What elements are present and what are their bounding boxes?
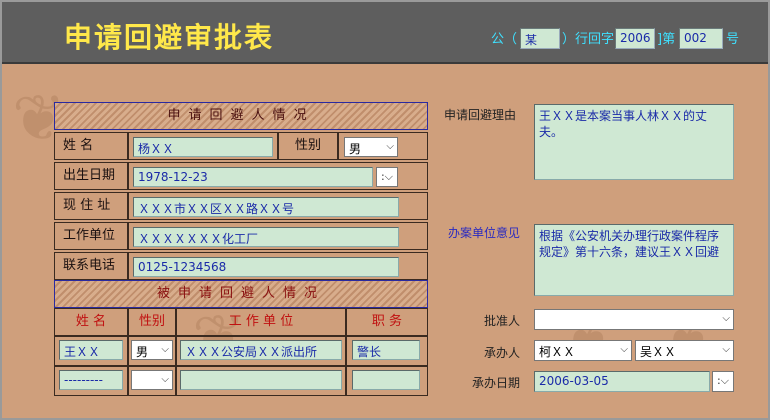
handler1-value: 柯ＸＸ	[539, 345, 576, 359]
doc-number-prefix: 公（	[491, 32, 518, 47]
col-title-header: 职 务	[346, 308, 428, 336]
applicant-name-field[interactable]: 杨ＸＸ	[133, 137, 273, 157]
gender-value: 男	[349, 142, 362, 156]
handler2-value: 吴ＸＸ	[640, 345, 677, 359]
chevron-down-icon: ⌵	[161, 374, 169, 385]
address-field[interactable]: ＸＸＸ市ＸＸ区ＸＸ路ＸＸ号	[133, 197, 399, 217]
birth-label: 出生日期	[54, 162, 128, 190]
col-work-header: 工 作 单 位	[176, 308, 346, 336]
address-label: 现 住 址	[54, 192, 128, 220]
gender-label: 性别	[278, 132, 338, 160]
phone-field[interactable]: 0125-1234568	[133, 257, 399, 277]
doc-number-suffix: 号	[726, 32, 740, 47]
calendar-dropdown-icon[interactable]: :⌵	[376, 167, 398, 187]
respondent-work-field[interactable]: ＸＸＸ公安局ＸＸ派出所	[180, 340, 342, 360]
phone-label: 联系电话	[54, 252, 128, 280]
respondent2-gender-select[interactable]: ⌵	[131, 370, 173, 390]
respondent-gender-value: 男	[136, 345, 149, 359]
applicant-table: 申请回避人情况 姓 名 杨ＸＸ 性别 男 ⌵ 出生日期 1978-12-23 :…	[54, 102, 428, 396]
work-label: 工作单位	[54, 222, 128, 250]
chevron-down-icon: ⌵	[722, 344, 730, 355]
respondent-section-title: 被申请回避人情况	[54, 280, 428, 308]
form-window: 申请回避审批表 公（ 某 ）行回字[ 2006 ]第 002 号 ❦ ❦ ❦ ❦…	[0, 0, 770, 420]
respondent-gender-select[interactable]: 男 ⌵	[131, 340, 173, 360]
handler-label: 承办人	[484, 346, 521, 360]
calendar-dropdown-icon[interactable]: :⌵	[712, 371, 734, 392]
header-bar: 申请回避审批表 公（ 某 ）行回字[ 2006 ]第 002 号	[2, 2, 768, 64]
doc-number-after-year: ]第	[657, 32, 676, 47]
chevron-down-icon: ⌵	[722, 313, 730, 324]
handler2-select[interactable]: 吴ＸＸ ⌵	[635, 340, 734, 361]
name-label: 姓 名	[54, 132, 128, 160]
col-name-header: 姓 名	[54, 308, 128, 336]
respondent2-work-field[interactable]	[180, 370, 342, 390]
col-gender-header: 性别	[128, 308, 176, 336]
respondent-title-field[interactable]: 警长	[352, 340, 420, 360]
agency-field[interactable]: 某	[520, 28, 560, 49]
birth-date-field[interactable]: 1978-12-23	[133, 167, 373, 187]
approver-label: 批准人	[484, 314, 521, 328]
work-unit-field[interactable]: ＸＸＸＸＸＸＸ化工厂	[133, 227, 399, 247]
respondent-name-field[interactable]: 王ＸＸ	[59, 340, 123, 360]
chevron-down-icon: ⌵	[620, 344, 628, 355]
reason-textarea[interactable]: 王ＸＸ是本案当事人林ＸＸ的丈夫。	[534, 104, 734, 180]
doc-number-middle: ）行回字[	[562, 32, 620, 47]
year-field[interactable]: 2006	[615, 28, 655, 49]
form-title: 申请回避审批表	[64, 21, 275, 54]
applicant-section-title: 申请回避人情况	[54, 102, 428, 130]
chevron-down-icon: ⌵	[386, 141, 394, 152]
reason-label: 申请回避理由	[444, 108, 517, 122]
handle-date-field[interactable]: 2006-03-05	[534, 371, 710, 392]
respondent2-title-field[interactable]	[352, 370, 420, 390]
date-label: 承办日期	[472, 376, 521, 390]
opinion-label: 办案单位意见	[448, 226, 521, 240]
chevron-down-icon: ⌵	[161, 344, 169, 355]
approver-select[interactable]: ⌵	[534, 309, 734, 330]
number-field[interactable]: 002	[679, 28, 723, 49]
opinion-textarea[interactable]: 根据《公安机关办理行政案件程序规定》第十六条，建议王ＸＸ回避	[534, 224, 734, 296]
handler1-select[interactable]: 柯ＸＸ ⌵	[534, 340, 632, 361]
respondent2-name-field[interactable]: ---------	[59, 370, 123, 390]
applicant-gender-select[interactable]: 男 ⌵	[344, 137, 398, 157]
